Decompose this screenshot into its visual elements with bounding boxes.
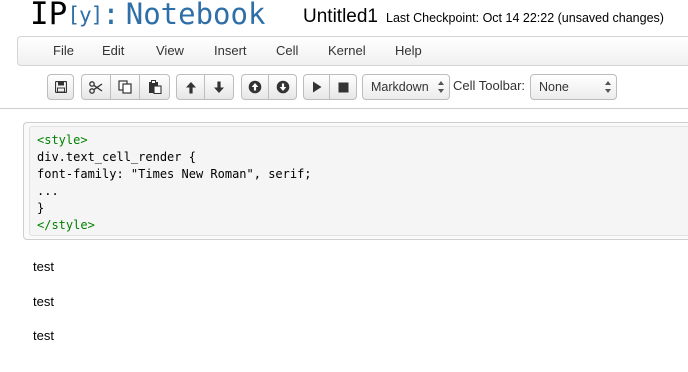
circle-arrow-up-icon — [248, 80, 262, 94]
copy-button[interactable] — [111, 74, 140, 100]
toolbar-divider — [0, 108, 688, 109]
menu-edit[interactable]: Edit — [102, 43, 124, 58]
play-icon — [312, 81, 321, 93]
arrow-down-icon — [214, 81, 224, 93]
code-line-close-brace: } — [37, 201, 45, 215]
ipython-logo[interactable]: IP[y]: Notebook — [30, 0, 265, 32]
logo-ip-text: IP — [30, 0, 68, 32]
copy-icon — [118, 80, 132, 94]
logo-colon-text: : — [102, 0, 120, 31]
menu-bar: File Edit View Insert Cell Kernel Help — [17, 36, 688, 66]
menu-view[interactable]: View — [156, 43, 184, 58]
stop-button[interactable] — [330, 74, 357, 100]
menu-file[interactable]: File — [53, 43, 74, 58]
cell-editor[interactable]: <style> div.text_cell_render { font-fami… — [29, 126, 688, 236]
cell-type-value: Markdown — [371, 80, 429, 94]
paste-icon — [148, 80, 162, 94]
code-line-style-open: <style> — [37, 133, 88, 147]
scissors-icon — [89, 80, 103, 94]
cell-toolbar-label: Cell Toolbar: — [453, 78, 526, 93]
select-arrows-icon — [605, 81, 611, 93]
save-button[interactable] — [47, 74, 74, 100]
cell-source: <style> div.text_cell_render { font-fami… — [37, 132, 312, 234]
circle-arrow-down-icon — [276, 80, 289, 94]
insert-below-button[interactable] — [269, 74, 297, 100]
code-line-ellipsis: ... — [37, 184, 59, 198]
move-down-button[interactable] — [205, 74, 234, 100]
code-line-style-close: </style> — [37, 218, 95, 232]
toolbar: Markdown Cell Toolbar: None — [0, 66, 688, 108]
notebook-name[interactable]: Untitled1 — [303, 6, 378, 28]
rendered-text-cell[interactable]: test — [33, 328, 54, 343]
logo-notebook-text: Notebook — [125, 0, 266, 31]
menu-kernel[interactable]: Kernel — [328, 43, 366, 58]
cut-button[interactable] — [81, 74, 111, 100]
run-button[interactable] — [303, 74, 330, 100]
checkpoint-status: Last Checkpoint: Oct 14 22:22 (unsaved c… — [386, 11, 664, 25]
cell-toolbar-value: None — [539, 80, 569, 94]
rendered-text-cell[interactable]: test — [33, 294, 54, 309]
cell-toolbar-select[interactable]: None — [530, 74, 617, 100]
logo-y-text: [y] — [67, 3, 103, 27]
menu-cell[interactable]: Cell — [276, 43, 298, 58]
select-arrows-icon — [438, 81, 444, 93]
insert-above-button[interactable] — [241, 74, 269, 100]
code-line-font-family: font-family: "Times New Roman", serif; — [37, 167, 312, 181]
code-line-selector: div.text_cell_render { — [37, 150, 196, 164]
notebook-header: IP[y]: Notebook Untitled1 Last Checkpoint… — [0, 0, 688, 36]
arrow-up-icon — [185, 81, 196, 93]
move-up-button[interactable] — [176, 74, 205, 100]
menu-help[interactable]: Help — [395, 43, 422, 58]
cell-type-select[interactable]: Markdown — [362, 74, 450, 100]
markdown-cell[interactable]: <style> div.text_cell_render { font-fami… — [23, 122, 688, 240]
save-icon — [54, 81, 67, 93]
rendered-text-cell[interactable]: test — [33, 259, 54, 274]
stop-icon — [338, 82, 348, 92]
paste-button[interactable] — [140, 74, 170, 100]
menu-insert[interactable]: Insert — [214, 43, 247, 58]
